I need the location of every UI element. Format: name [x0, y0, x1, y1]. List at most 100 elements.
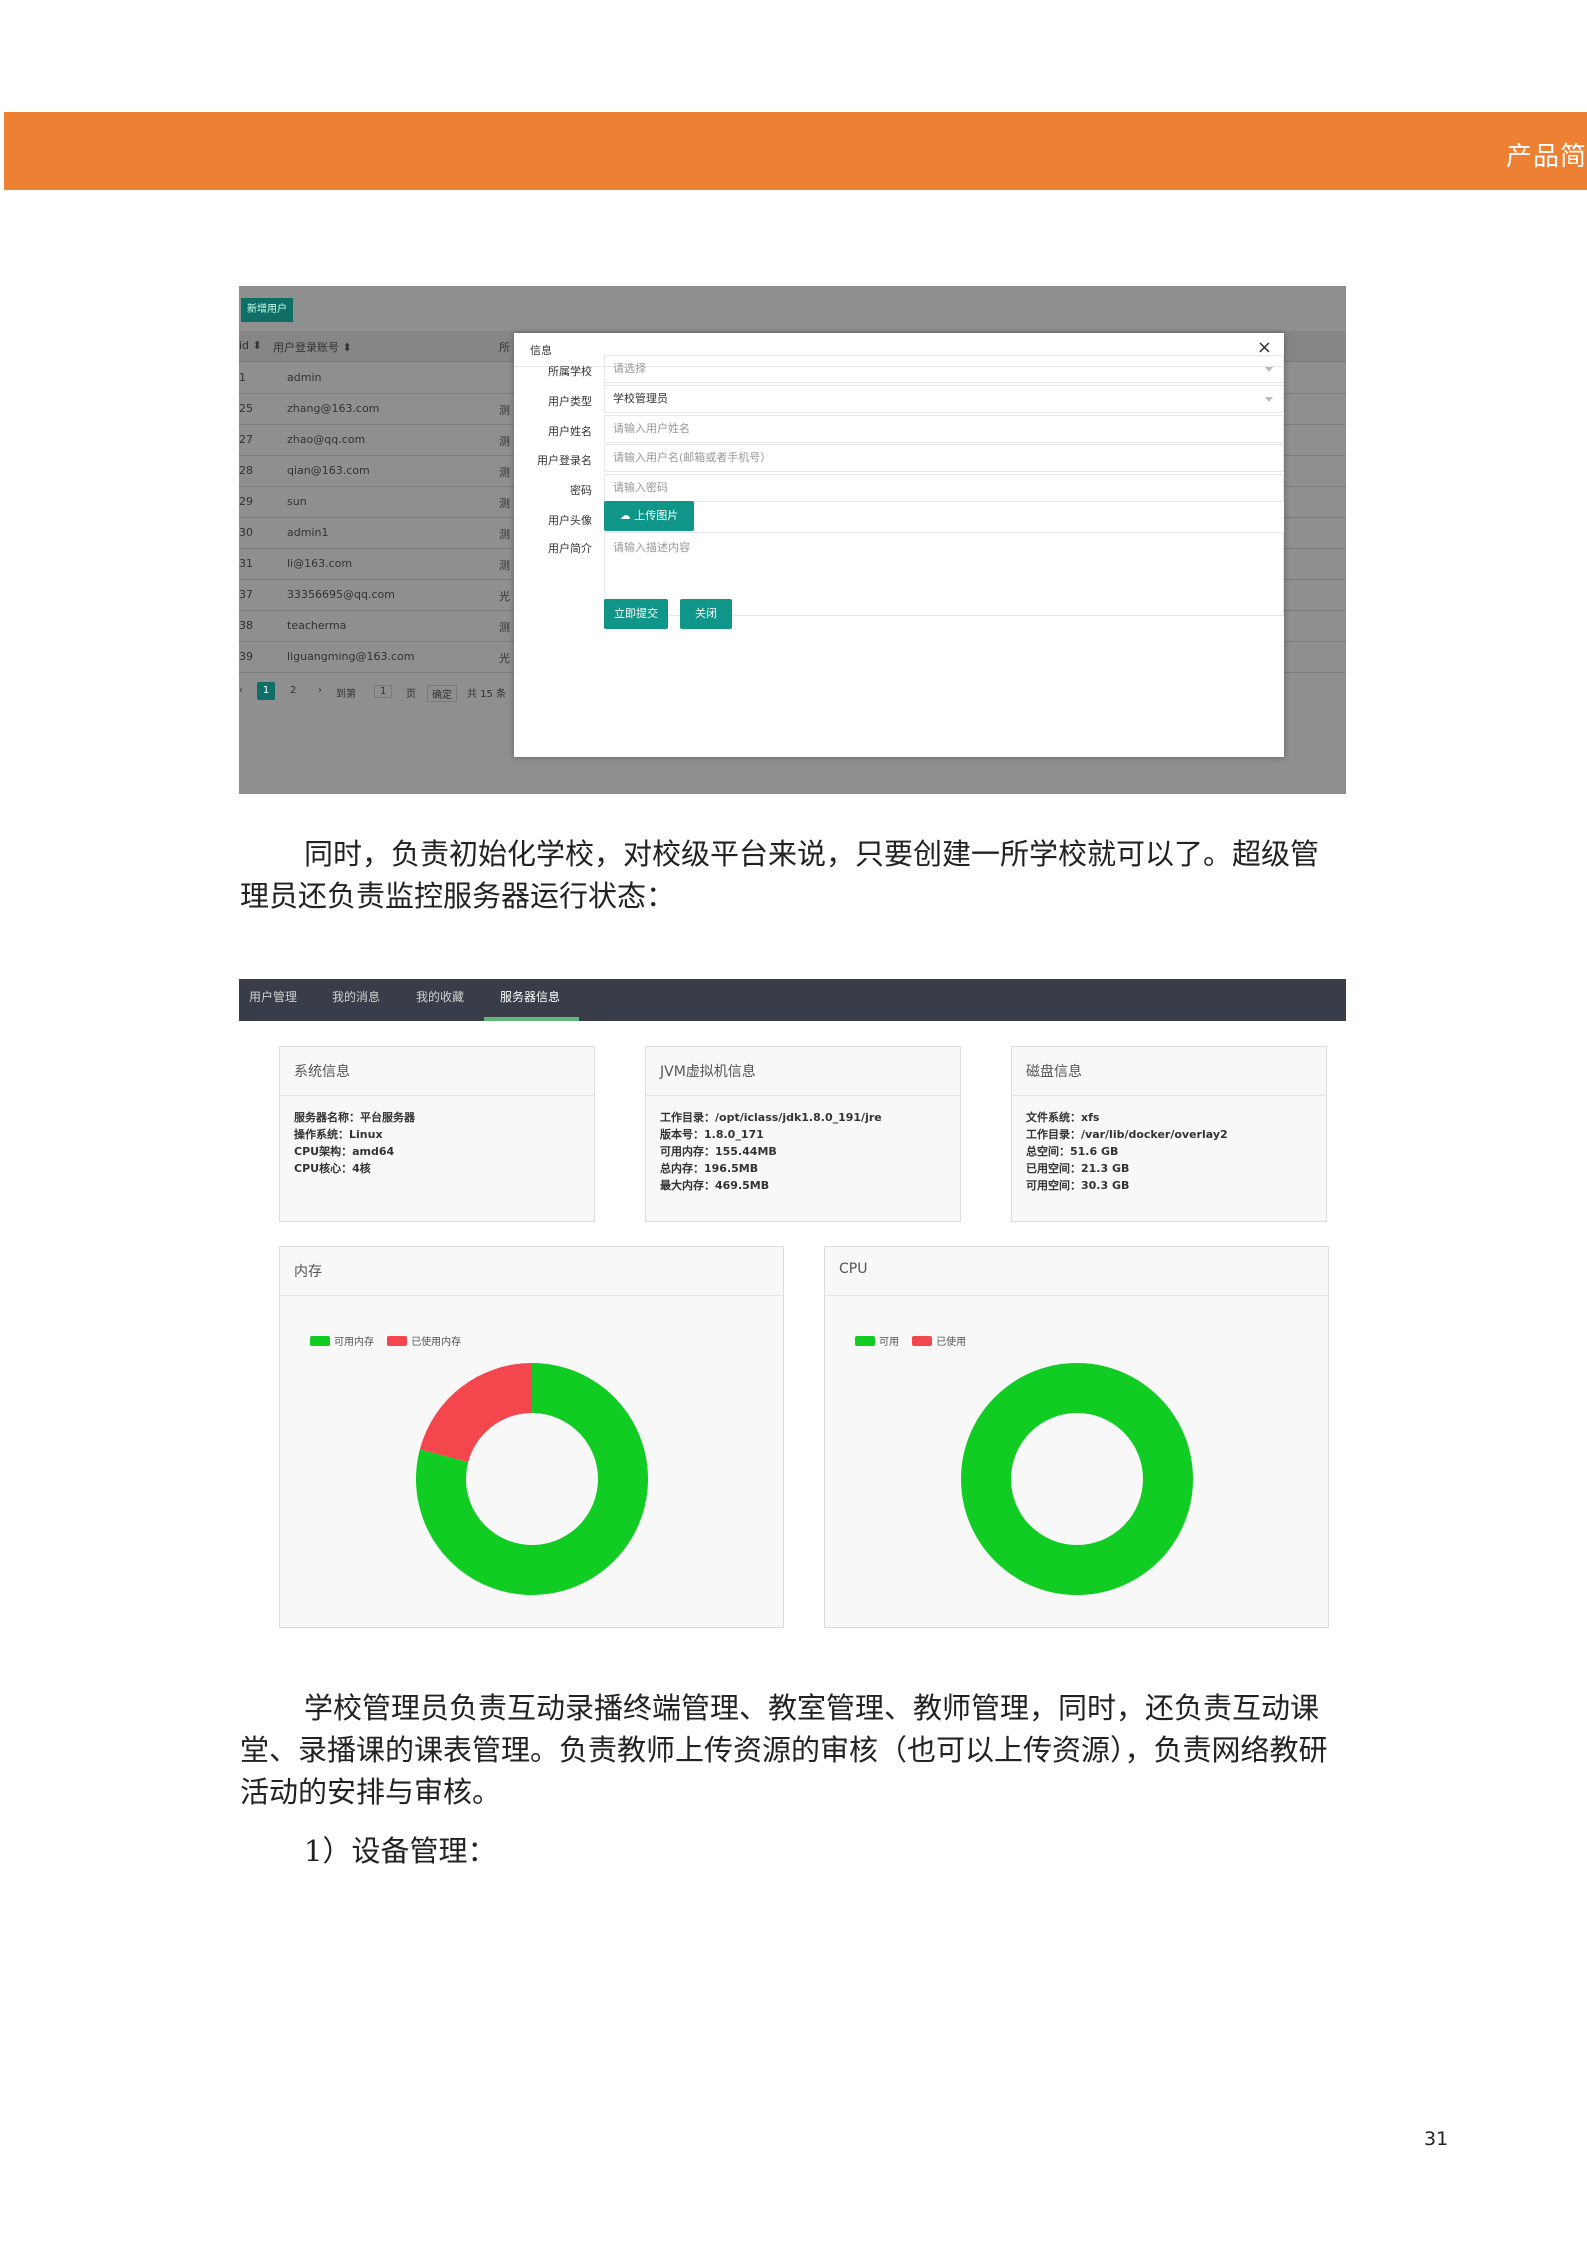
- total-count: 共 15 条: [467, 689, 507, 700]
- login-name-input[interactable]: 请输入用户名(邮箱或者手机号）: [604, 444, 1284, 472]
- cell-col3: 测: [499, 621, 510, 634]
- header-band: [4, 112, 1587, 190]
- cell-account: admin: [287, 371, 322, 384]
- cell-id: 37: [239, 588, 253, 601]
- cell-col3: 测: [499, 466, 510, 479]
- jvm-info-title: JVM虚拟机信息: [660, 1064, 756, 1080]
- cell-col3: 测: [499, 435, 510, 448]
- disk-info-line: 文件系统：xfs: [1026, 1111, 1100, 1124]
- card-divider: [280, 1095, 594, 1096]
- name-label: 用户姓名: [548, 425, 592, 438]
- chevron-down-icon: [1265, 397, 1273, 402]
- login-label: 用户登录名: [537, 454, 592, 467]
- header-account[interactable]: 用户登录账号 ⬍: [273, 339, 352, 355]
- jvm-info-line: 最大内存：469.5MB: [660, 1179, 770, 1192]
- cloud-upload-icon: ☁: [619, 509, 631, 522]
- cell-id: 28: [239, 464, 253, 477]
- disk-info-line: 工作目录：/var/lib/docker/overlay2: [1026, 1128, 1228, 1141]
- new-user-button[interactable]: 新增用户: [241, 298, 293, 322]
- page-number: 31: [1424, 2128, 1449, 2150]
- cell-account: zhang@163.com: [287, 402, 380, 415]
- cell-id: 27: [239, 433, 253, 446]
- cell-account: li@163.com: [287, 557, 353, 570]
- jvm-info-line: 总内存：196.5MB: [660, 1162, 759, 1175]
- jvm-info-lines: 工作目录：/opt/iclass/jdk1.8.0_191/jre 版本号：1.…: [660, 1109, 882, 1194]
- slice-0[interactable]: [961, 1363, 1193, 1595]
- user-type-select[interactable]: 学校管理员: [604, 385, 1284, 413]
- tab-server-info[interactable]: 服务器信息: [500, 988, 560, 1005]
- page-current[interactable]: 1: [257, 682, 275, 700]
- password-input[interactable]: 请输入密码: [604, 474, 1284, 502]
- cell-id: 25: [239, 402, 253, 415]
- jvm-info-line: 版本号：1.8.0_171: [660, 1128, 764, 1141]
- paragraph-server-monitor: 同时，负责初始化学校，对校级平台来说，只要创建一所学校就可以了。超级管理员还负责…: [240, 837, 1320, 913]
- intro-label: 用户简介: [548, 542, 592, 555]
- header-col3: 所: [499, 341, 510, 354]
- card-divider: [646, 1095, 960, 1096]
- type-label: 用户类型: [548, 395, 592, 408]
- cell-account: sun: [287, 495, 307, 508]
- cell-account: qian@163.com: [287, 464, 370, 477]
- paragraph-device-management: 1）设备管理：: [304, 1834, 497, 1868]
- modal-title: 信息: [530, 344, 552, 357]
- system-info-line: 服务器名称：平台服务器: [294, 1111, 415, 1124]
- cell-id: 31: [239, 557, 253, 570]
- system-info-card: 系统信息 服务器名称：平台服务器 操作系统：Linux CPU架构：amd64 …: [279, 1046, 595, 1222]
- disk-info-line: 已用空间：21.3 GB: [1026, 1162, 1130, 1175]
- system-info-line: CPU架构：amd64: [294, 1145, 395, 1158]
- page-input[interactable]: 1: [374, 685, 393, 698]
- cell-account: zhao@qq.com: [287, 433, 366, 446]
- user-admin-screenshot: 新增用户 id ⬍ 用户登录账号 ⬍ 所 1 admin 25 zhang@163.c…: [239, 286, 1346, 794]
- disk-info-title: 磁盘信息: [1026, 1064, 1082, 1080]
- page-unit: 页: [406, 689, 416, 700]
- password-label: 密码: [570, 484, 592, 497]
- cpu-chart-card: CPU 可用 已使用: [824, 1246, 1329, 1628]
- header-band-title: 产品简: [1505, 142, 1587, 172]
- cell-id: 29: [239, 495, 253, 508]
- slice-1[interactable]: [419, 1363, 532, 1463]
- tab-my-favorites[interactable]: 我的收藏: [416, 988, 464, 1005]
- system-info-line: 操作系统：Linux: [294, 1128, 383, 1141]
- tab-my-messages[interactable]: 我的消息: [332, 988, 380, 1005]
- cell-id: 38: [239, 619, 253, 632]
- cell-id: 30: [239, 526, 253, 539]
- school-select[interactable]: 请选择: [604, 355, 1284, 383]
- user-info-modal: 信息 × 所属学校 请选择 用户类型 学校管理员 用户姓名 请输入用户姓名 用户…: [514, 333, 1284, 757]
- cell-col3: 测: [499, 404, 510, 417]
- active-tab-indicator: [484, 1017, 579, 1021]
- memory-donut-chart: [416, 1363, 648, 1595]
- cell-id: 39: [239, 650, 253, 663]
- disk-info-card: 磁盘信息 文件系统：xfs 工作目录：/var/lib/docker/overl…: [1011, 1046, 1327, 1222]
- disk-info-line: 总空间：51.6 GB: [1026, 1145, 1119, 1158]
- page-confirm-button[interactable]: 确定: [427, 685, 457, 702]
- upload-image-button[interactable]: ☁ 上传图片: [604, 501, 694, 531]
- cell-account: teacherma: [287, 619, 347, 632]
- cell-account: admin1: [287, 526, 329, 539]
- user-name-input[interactable]: 请输入用户姓名: [604, 415, 1284, 443]
- tab-user-management[interactable]: 用户管理: [249, 988, 297, 1005]
- jvm-info-line: 工作目录：/opt/iclass/jdk1.8.0_191/jre: [660, 1111, 882, 1124]
- memory-chart-card: 内存 可用内存 已使用内存: [279, 1246, 784, 1628]
- next-icon[interactable]: ›: [318, 685, 322, 696]
- cell-id: 1: [239, 371, 246, 384]
- cell-col3: 测: [499, 528, 510, 541]
- school-placeholder: 请选择: [613, 362, 646, 375]
- cell-account: liguangming@163.com: [287, 650, 415, 663]
- chevron-down-icon: [1265, 367, 1273, 372]
- close-button[interactable]: 关闭: [680, 599, 732, 629]
- system-info-title: 系统信息: [294, 1064, 350, 1080]
- cell-col3: 测: [499, 497, 510, 510]
- avatar-label: 用户头像: [548, 514, 592, 527]
- disk-info-line: 可用空间：30.3 GB: [1026, 1179, 1130, 1192]
- submit-button[interactable]: 立即提交: [604, 599, 668, 629]
- cell-col3: 光: [499, 590, 510, 603]
- cell-account: 33356695@qq.com: [287, 588, 395, 601]
- jvm-info-card: JVM虚拟机信息 工作目录：/opt/iclass/jdk1.8.0_191/j…: [645, 1046, 961, 1222]
- system-info-line: CPU核心：4核: [294, 1162, 371, 1175]
- system-info-lines: 服务器名称：平台服务器 操作系统：Linux CPU架构：amd64 CPU核心…: [294, 1109, 415, 1177]
- prev-icon[interactable]: ‹: [239, 685, 243, 696]
- header-id[interactable]: id ⬍: [239, 339, 262, 352]
- jvm-info-line: 可用内存：155.44MB: [660, 1145, 777, 1158]
- user-type-value: 学校管理员: [613, 392, 668, 405]
- page-next-number[interactable]: 2: [290, 685, 296, 696]
